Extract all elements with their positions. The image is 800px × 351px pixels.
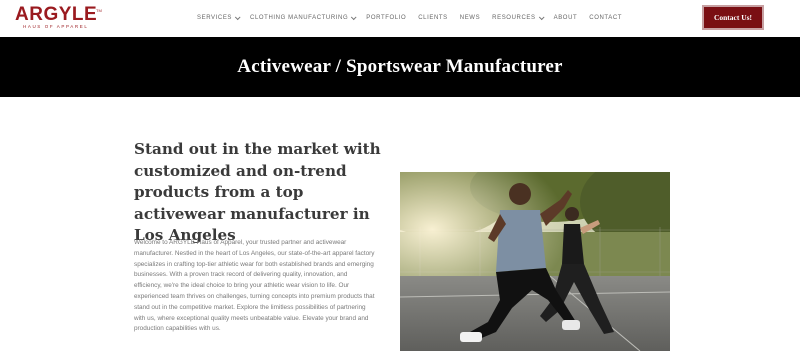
nav-item-label: CLOTHING MANUFACTURING	[250, 15, 349, 21]
page-title: Activewear / Sportswear Manufacturer	[237, 56, 563, 77]
nav-item-label: NEWS	[459, 15, 481, 21]
nav-item-clothing-manufacturing[interactable]: CLOTHING MANUFACTURING	[250, 14, 357, 21]
contact-us-button[interactable]: Contact Us!	[702, 5, 764, 30]
nav-item-label: CONTACT	[589, 15, 623, 21]
brand-logo[interactable]: ARGYLE TM HAUS OF APPAREL	[15, 4, 102, 31]
logo-wordmark: ARGYLE	[15, 4, 98, 25]
section-headline: Stand out in the market with customized …	[134, 140, 381, 244]
logo-trademark: TM	[96, 8, 102, 13]
intro-paragraph: Welcome to ARGYLE Haus of Apparel, your …	[134, 239, 375, 333]
nav-item-label: ABOUT	[553, 15, 578, 21]
logo-tagline: HAUS OF APPAREL	[23, 24, 89, 29]
nav-item-contact[interactable]: CONTACT	[589, 15, 622, 21]
nav-item-label: CLIENTS	[418, 15, 448, 21]
chevron-down-icon	[538, 14, 545, 21]
chevron-down-icon	[351, 14, 357, 21]
nav-item-about[interactable]: ABOUT	[554, 15, 578, 21]
main-nav: SERVICES CLOTHING MANUFACTURING PORTFOLI…	[197, 12, 622, 24]
nav-item-label: PORTFOLIO	[366, 15, 407, 21]
nav-item-clients[interactable]: CLIENTS	[418, 15, 448, 21]
nav-item-news[interactable]: NEWS	[460, 15, 480, 21]
nav-item-label: SERVICES	[197, 15, 233, 21]
nav-item-label: RESOURCES	[492, 15, 536, 21]
nav-item-services[interactable]: SERVICES	[197, 14, 241, 21]
site-header: ARGYLE TM HAUS OF APPAREL SERVICES CLOTH…	[0, 0, 800, 37]
athletes-lunging-image	[400, 172, 670, 351]
page-banner: Activewear / Sportswear Manufacturer	[0, 37, 800, 97]
hero-photo	[400, 172, 670, 351]
nav-item-resources[interactable]: RESOURCES	[492, 14, 545, 21]
nav-item-portfolio[interactable]: PORTFOLIO	[366, 15, 406, 21]
chevron-down-icon	[234, 14, 241, 21]
